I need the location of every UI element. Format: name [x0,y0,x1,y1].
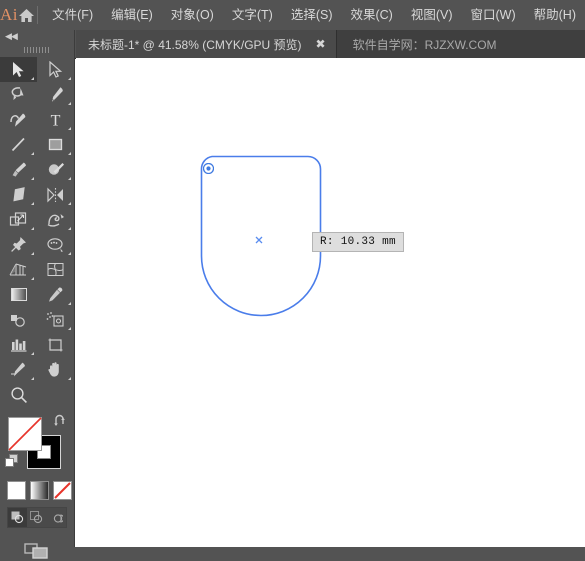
draw-mode-buttons [7,507,67,528]
menu-type[interactable]: 文字(T) [223,5,282,26]
shape-builder-tool[interactable] [37,232,74,257]
none-slash-icon [8,417,42,451]
line-segment-tool[interactable] [0,132,37,157]
symbol-sprayer-tool[interactable] [37,307,74,332]
blend-tool[interactable] [0,307,37,332]
tool-flyout-indicator [31,202,34,205]
menu-file[interactable]: 文件(F) [43,5,102,26]
slice-tool[interactable] [0,357,37,382]
screen-mode-button[interactable] [0,528,74,561]
eyedropper-tool[interactable] [37,282,74,307]
tool-flyout-indicator [68,152,71,155]
draw-normal-button[interactable] [8,508,27,527]
tool-flyout-indicator [68,202,71,205]
zoom-tool[interactable] [0,382,37,407]
tools-panel: ◀◀ [0,30,75,547]
selection-tool[interactable] [0,57,37,82]
menu-object[interactable]: 对象(O) [162,5,223,26]
width-tool[interactable] [37,207,74,232]
artboard-canvas[interactable]: R: 10.33 mm [76,58,585,547]
home-icon[interactable] [18,8,35,23]
live-corner-widget[interactable] [203,161,214,172]
draw-behind-button[interactable] [27,508,46,527]
tool-flyout-indicator [31,77,34,80]
tool-flyout-indicator [68,302,71,305]
illustrator-window: Ai 文件(F) 编辑(E) 对象(O) 文字(T) 选择(S) 效果(C) 视… [0,0,585,547]
tool-flyout-indicator [68,327,71,330]
menu-bar: Ai 文件(F) 编辑(E) 对象(O) 文字(T) 选择(S) 效果(C) 视… [0,0,585,30]
tool-flyout-indicator [68,177,71,180]
panel-drag-handle[interactable] [0,43,74,56]
corner-radius-tooltip: R: 10.33 mm [312,232,404,252]
perspective-grid-tool[interactable] [0,257,37,282]
fill-stroke-controls [0,413,74,475]
menu-edit[interactable]: 编辑(E) [102,5,162,26]
color-mode-buttons [0,475,74,500]
gradient-swatch-button[interactable] [30,481,49,500]
rotate-tool[interactable] [37,182,74,207]
tool-flyout-indicator [31,377,34,380]
column-graph-tool[interactable] [0,332,37,357]
app-logo: Ai [0,5,18,25]
tool-flyout-indicator [68,377,71,380]
gradient-tool[interactable] [0,282,37,307]
tool-flyout-indicator [31,352,34,355]
document-tab-title: 未标题-1* @ 41.58% (CMYK/GPU 预览) [88,36,302,53]
tool-flyout-indicator [68,127,71,130]
swap-fill-stroke-icon[interactable] [53,414,67,430]
watermark-text: 软件自学网：RJZXW.COM [337,30,497,58]
fill-swatch[interactable] [8,417,42,451]
tool-flyout-indicator [31,152,34,155]
shaper-tool[interactable] [37,157,74,182]
tool-flyout-indicator [31,252,34,255]
paintbrush-tool[interactable] [0,157,37,182]
scale-tool[interactable] [0,207,37,232]
menu-select[interactable]: 选择(S) [282,5,342,26]
tool-flyout-indicator [68,227,71,230]
document-tab-bar: 未标题-1* @ 41.58% (CMYK/GPU 预览) ✖ 软件自学网：RJ… [0,30,585,59]
tool-grid: T [0,56,74,407]
direct-selection-tool[interactable] [37,57,74,82]
free-transform-tool[interactable] [0,232,37,257]
shape-center-mark [255,231,263,239]
eraser-tool[interactable] [0,182,37,207]
curvature-tool[interactable] [0,107,37,132]
draw-inside-button[interactable] [47,508,66,527]
mesh-tool[interactable] [37,257,74,282]
color-swatch-button[interactable] [7,481,26,500]
hand-tool[interactable] [37,357,74,382]
menu-view[interactable]: 视图(V) [402,5,462,26]
none-swatch-button[interactable] [53,481,72,500]
tool-flyout-indicator [31,227,34,230]
rectangle-tool[interactable] [37,132,74,157]
type-tool[interactable]: T [37,107,74,132]
close-icon[interactable]: ✖ [314,37,328,51]
default-fill-stroke-icon[interactable] [5,454,19,468]
svg-text:T: T [51,113,61,129]
tool-flyout-indicator [68,252,71,255]
tool-flyout-indicator [68,77,71,80]
menu-item-list: 文件(F) 编辑(E) 对象(O) 文字(T) 选择(S) 效果(C) 视图(V… [43,5,585,26]
menu-window[interactable]: 窗口(W) [462,5,525,26]
document-tab[interactable]: 未标题-1* @ 41.58% (CMYK/GPU 预览) ✖ [76,30,337,58]
tool-flyout-indicator [31,277,34,280]
menu-effect[interactable]: 效果(C) [341,5,401,26]
rounded-rectangle-path[interactable] [198,155,324,321]
collapse-panel-icon[interactable]: ◀◀ [0,30,74,43]
tool-flyout-indicator [31,177,34,180]
menu-help[interactable]: 帮助(H) [525,5,585,26]
lasso-tool[interactable] [0,82,37,107]
pen-tool[interactable] [37,82,74,107]
tool-flyout-indicator [68,102,71,105]
artboard-tool[interactable] [37,332,74,357]
